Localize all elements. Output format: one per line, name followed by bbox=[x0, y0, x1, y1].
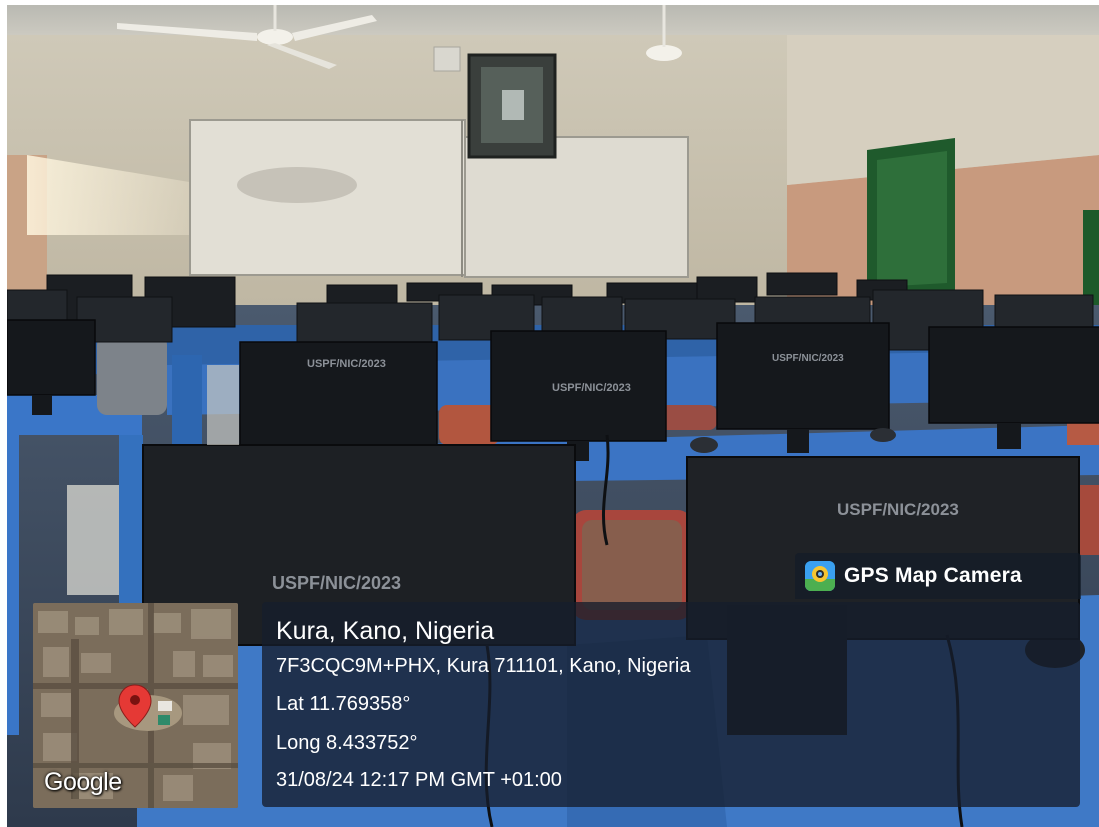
app-name: GPS Map Camera bbox=[844, 564, 1022, 587]
location-info-panel: Kura, Kano, Nigeria 7F3CQC9M+PHX, Kura 7… bbox=[262, 602, 1080, 807]
monitor-label-text: USPF/NIC/2023 bbox=[272, 573, 401, 593]
gps-map-camera-icon bbox=[805, 561, 835, 591]
map-thumbnail: Google bbox=[33, 603, 238, 808]
address-text: 7F3CQC9M+PHX, Kura 711101, Kano, Nigeria bbox=[276, 655, 691, 677]
monitor-label-text: USPF/NIC/2023 bbox=[552, 382, 631, 394]
monitor-label-text: USPF/NIC/2023 bbox=[837, 500, 959, 519]
gps-map-camera-badge: GPS Map Camera bbox=[795, 553, 1081, 599]
datetime-text: 31/08/24 12:17 PM GMT +01:00 bbox=[276, 769, 562, 791]
monitor-label-text: USPF/NIC/2023 bbox=[772, 353, 844, 364]
google-logo: Google bbox=[44, 768, 122, 796]
longitude-text: Long 8.433752° bbox=[276, 732, 418, 754]
location-title: Kura, Kano, Nigeria bbox=[276, 617, 495, 645]
monitor-label-text: USPF/NIC/2023 bbox=[307, 358, 386, 370]
lab-photo: USPF/NIC/2023 USPF/NIC/2023 USPF/NIC/202… bbox=[7, 5, 1099, 827]
latitude-text: Lat 11.769358° bbox=[276, 693, 411, 715]
